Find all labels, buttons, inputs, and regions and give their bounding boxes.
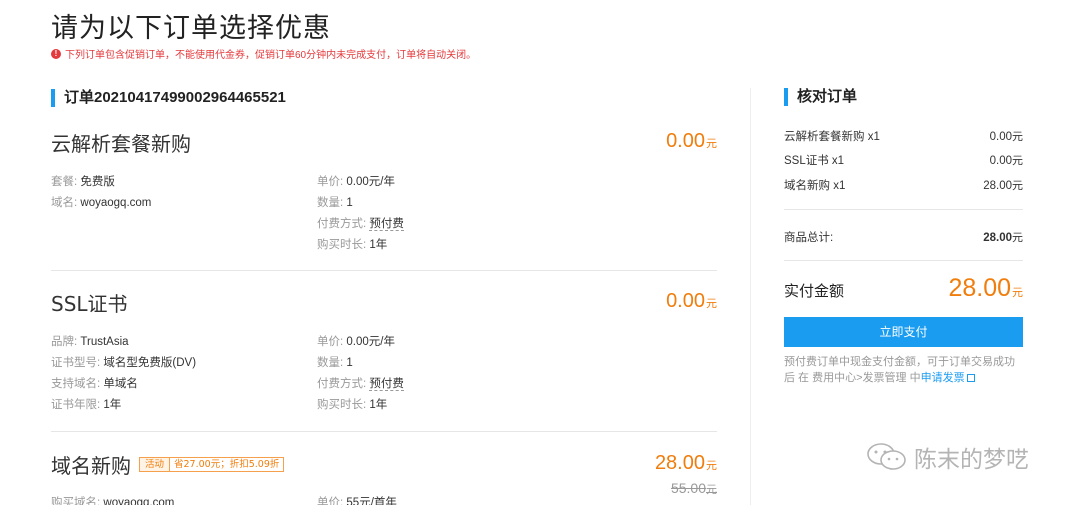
product-price: 0.00元 [666, 290, 717, 312]
detail-domain: 购买域名: woyaogq.com [51, 497, 175, 505]
promo-tag: 活动 [140, 458, 171, 471]
detail-unit-price: 单价: 0.00元/年 [317, 336, 395, 348]
external-link-icon [966, 374, 975, 383]
divider [51, 431, 717, 432]
invoice-note-text: 预付费订单中现金支付金额，可于订单交易成功后 在 费用中心>发票管理 中 [784, 356, 1015, 384]
product-name-text: 域名新购 [51, 454, 131, 478]
detail-duration: 购买时长: 1年 [317, 239, 388, 251]
promo-text: 省27.00元；折扣5.09折 [174, 459, 280, 470]
total-amount: 28.00元 [948, 274, 1023, 302]
summary-line: 域名新购 x1 28.00元 [784, 180, 1023, 192]
divider [51, 270, 717, 271]
warning-icon: ! [51, 48, 61, 59]
detail-quantity: 数量: 1 [317, 357, 353, 369]
detail-duration: 购买时长: 1年 [317, 399, 388, 411]
pay-now-button[interactable]: 立即支付 [784, 317, 1023, 347]
total-label: 实付金额 [784, 283, 845, 300]
product-name: 域名新购 活动 省27.00元；折扣5.09折 [51, 450, 285, 479]
detail-quantity: 数量: 1 [317, 197, 353, 209]
summary-divider [784, 260, 1023, 261]
summary-line: SSL证书 x1 0.00元 [784, 155, 1023, 167]
page-title: 请为以下订单选择优惠 [51, 13, 331, 44]
product-price: 0.00元 [666, 130, 717, 152]
detail-unit-price: 单价: 55元/首年 [317, 497, 397, 505]
promo-notice: ! 下列订单包含促销订单，不能使用代金券，促销订单60分钟内未完成支付，订单将自… [51, 46, 476, 61]
product-item: SSL证书 0.00元 品牌: TrustAsia 证书型号: 域名型免费版(D… [51, 288, 717, 418]
detail-domain: 域名: woyaogq.com [51, 197, 152, 209]
product-name: 云解析套餐新购 [51, 132, 191, 156]
summary-line: 云解析套餐新购 x1 0.00元 [784, 131, 1023, 143]
detail-pay-method: 付费方式: 预付费 [317, 218, 404, 231]
watermark: 陈末的梦呓 [866, 440, 1029, 474]
invoice-note: 预付费订单中现金支付金额，可于订单交易成功后 在 费用中心>发票管理 中申请发票 [784, 354, 1023, 386]
product-item: 云解析套餐新购 0.00元 套餐: 免费版 域名: woyaogq.com 单价… [51, 128, 717, 258]
order-summary: 核对订单 云解析套餐新购 x1 0.00元 SSL证书 x1 0.00元 域名新购 … [784, 88, 1023, 384]
product-item: 域名新购 活动 省27.00元；折扣5.09折 28.00元 55.00元 购买… [51, 450, 717, 505]
subtotal-row: 商品总计: 28.00元 [784, 232, 1023, 244]
apply-invoice-link[interactable]: 申请发票 [921, 372, 965, 384]
detail-brand: 品牌: TrustAsia [51, 336, 129, 348]
detail-plan: 套餐: 免费版 [51, 176, 115, 188]
product-price: 28.00元 [654, 452, 717, 474]
product-name: SSL证书 [51, 292, 128, 316]
promo-badge: 活动 省27.00元；折扣5.09折 [139, 457, 285, 472]
column-divider [750, 88, 751, 505]
detail-pay-method: 付费方式: 预付费 [317, 378, 404, 391]
order-number: 订单20210417499002964465521 [51, 89, 286, 107]
detail-cert-years: 证书年限: 1年 [51, 399, 122, 411]
wechat-icon [867, 443, 906, 470]
watermark-text: 陈末的梦呓 [914, 447, 1029, 473]
detail-cert-type: 证书型号: 域名型免费版(DV) [51, 357, 197, 369]
summary-title: 核对订单 [784, 88, 1023, 106]
original-price: 55.00元 [670, 480, 717, 496]
notice-text: 下列订单包含促销订单，不能使用代金券，促销订单60分钟内未完成支付，订单将自动关… [65, 50, 477, 61]
summary-divider [784, 209, 1023, 210]
detail-unit-price: 单价: 0.00元/年 [317, 176, 395, 188]
detail-domain-support: 支持域名: 单域名 [51, 378, 138, 390]
